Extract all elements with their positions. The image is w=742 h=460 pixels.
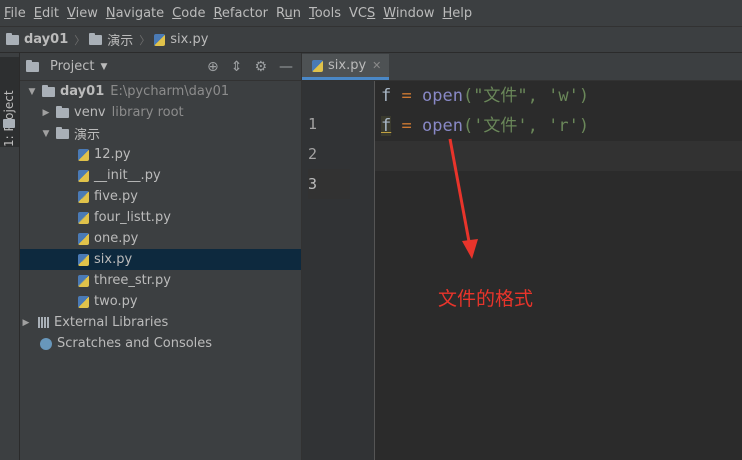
tree-item-external-libraries[interactable]: ▶ External Libraries [20,312,301,333]
chevron-down-icon[interactable]: ▼ [40,129,52,139]
annotation-arrow [448,138,478,259]
editor: six.py ✕ 1 2 3 f = open("文件", 'w') f = o… [301,53,742,460]
tree-item-file[interactable]: four_listt.py [20,207,301,228]
python-file-icon [312,59,323,72]
tool-window-strip: 1: Project [0,53,20,460]
code-area[interactable]: f = open("文件", 'w') f = open('文件', 'r') [375,81,742,460]
breadcrumb: day01 〉 演示 〉 six.py [0,27,742,53]
project-panel-header: Project ▼ ⊕ ⇕ ⚙ — [20,53,301,81]
project-view-icon [26,59,39,72]
tree-item-file[interactable]: one.py [20,228,301,249]
python-file-icon [78,274,89,287]
menu-edit[interactable]: Edit [30,6,63,21]
scratches-icon [40,337,52,350]
python-file-icon [154,33,166,46]
menu-file[interactable]: File [0,6,30,21]
chevron-down-icon[interactable]: ▼ [100,62,107,72]
locate-icon[interactable]: ⊕ [207,59,219,75]
close-icon[interactable]: ✕ [372,59,381,72]
tree-item-file[interactable]: __init__.py [20,165,301,186]
line-number: 1 [308,115,318,133]
hide-icon[interactable]: — [279,59,293,75]
project-view-title[interactable]: Project [50,59,94,74]
menu-tools[interactable]: Tools [305,6,345,21]
line-number: 3 [308,169,350,199]
project-tree: ▼ day01 E:\pycharm\day01 ▶ venv library … [20,81,301,354]
python-file-icon [78,295,89,308]
breadcrumb-folder[interactable]: 演示 〉 [89,30,154,49]
breadcrumb-project[interactable]: day01 〉 [0,32,89,48]
tab-six-py[interactable]: six.py ✕ [302,54,390,80]
chevron-right-icon: 〉 [139,33,151,47]
breadcrumb-file[interactable]: six.py [154,32,208,47]
menu-view[interactable]: View [63,6,102,21]
python-file-icon [78,190,89,203]
tree-item-venv[interactable]: ▶ venv library root [20,102,301,123]
folder-icon [89,32,103,45]
python-file-icon [78,148,89,161]
gear-icon[interactable]: ⚙ [254,59,267,75]
line-number-gutter: 1 2 3 [302,81,375,460]
folder-icon [42,84,55,97]
menu-refactor[interactable]: Refactor [209,6,272,21]
tree-item-root[interactable]: ▼ day01 E:\pycharm\day01 [20,81,301,102]
python-file-icon [78,232,89,245]
annotation-text: 文件的格式 [438,288,534,310]
tree-item-file[interactable]: 12.py [20,144,301,165]
tree-item-folder[interactable]: ▼ 演示 [20,123,301,144]
menu-code[interactable]: Code [168,6,209,21]
editor-tabs: six.py ✕ [302,53,742,81]
folder-icon [6,32,19,45]
library-icon [38,317,49,328]
tree-item-file-selected[interactable]: six.py [20,249,301,270]
chevron-down-icon[interactable]: ▼ [26,87,38,97]
line-number: 2 [308,145,318,163]
collapse-all-icon[interactable]: ⇕ [231,59,243,75]
menu-bar: File Edit View Navigate Code Refactor Ru… [0,0,742,27]
tree-item-file[interactable]: five.py [20,186,301,207]
tree-item-file[interactable]: three_str.py [20,270,301,291]
python-file-icon [78,211,89,224]
project-panel: Project ▼ ⊕ ⇕ ⚙ — ▼ day01 E:\pycharm\day… [20,53,301,460]
chevron-right-icon[interactable]: ▶ [20,318,32,328]
tree-item-scratches[interactable]: Scratches and Consoles [20,333,301,354]
menu-vcs[interactable]: VCS [345,6,379,21]
menu-run[interactable]: Run [272,6,305,21]
folder-icon [56,126,69,139]
chevron-right-icon[interactable]: ▶ [40,108,52,118]
menu-help[interactable]: Help [439,6,477,21]
tree-item-file[interactable]: two.py [20,291,301,312]
menu-navigate[interactable]: Navigate [102,6,168,21]
code-line-1[interactable]: f = open("文件", 'w') [381,81,589,111]
folder-icon [56,105,69,118]
chevron-right-icon: 〉 [74,33,86,47]
folder-icon [3,119,15,128]
python-file-icon [78,253,89,266]
python-file-icon [78,169,89,182]
menu-window[interactable]: Window [379,6,438,21]
